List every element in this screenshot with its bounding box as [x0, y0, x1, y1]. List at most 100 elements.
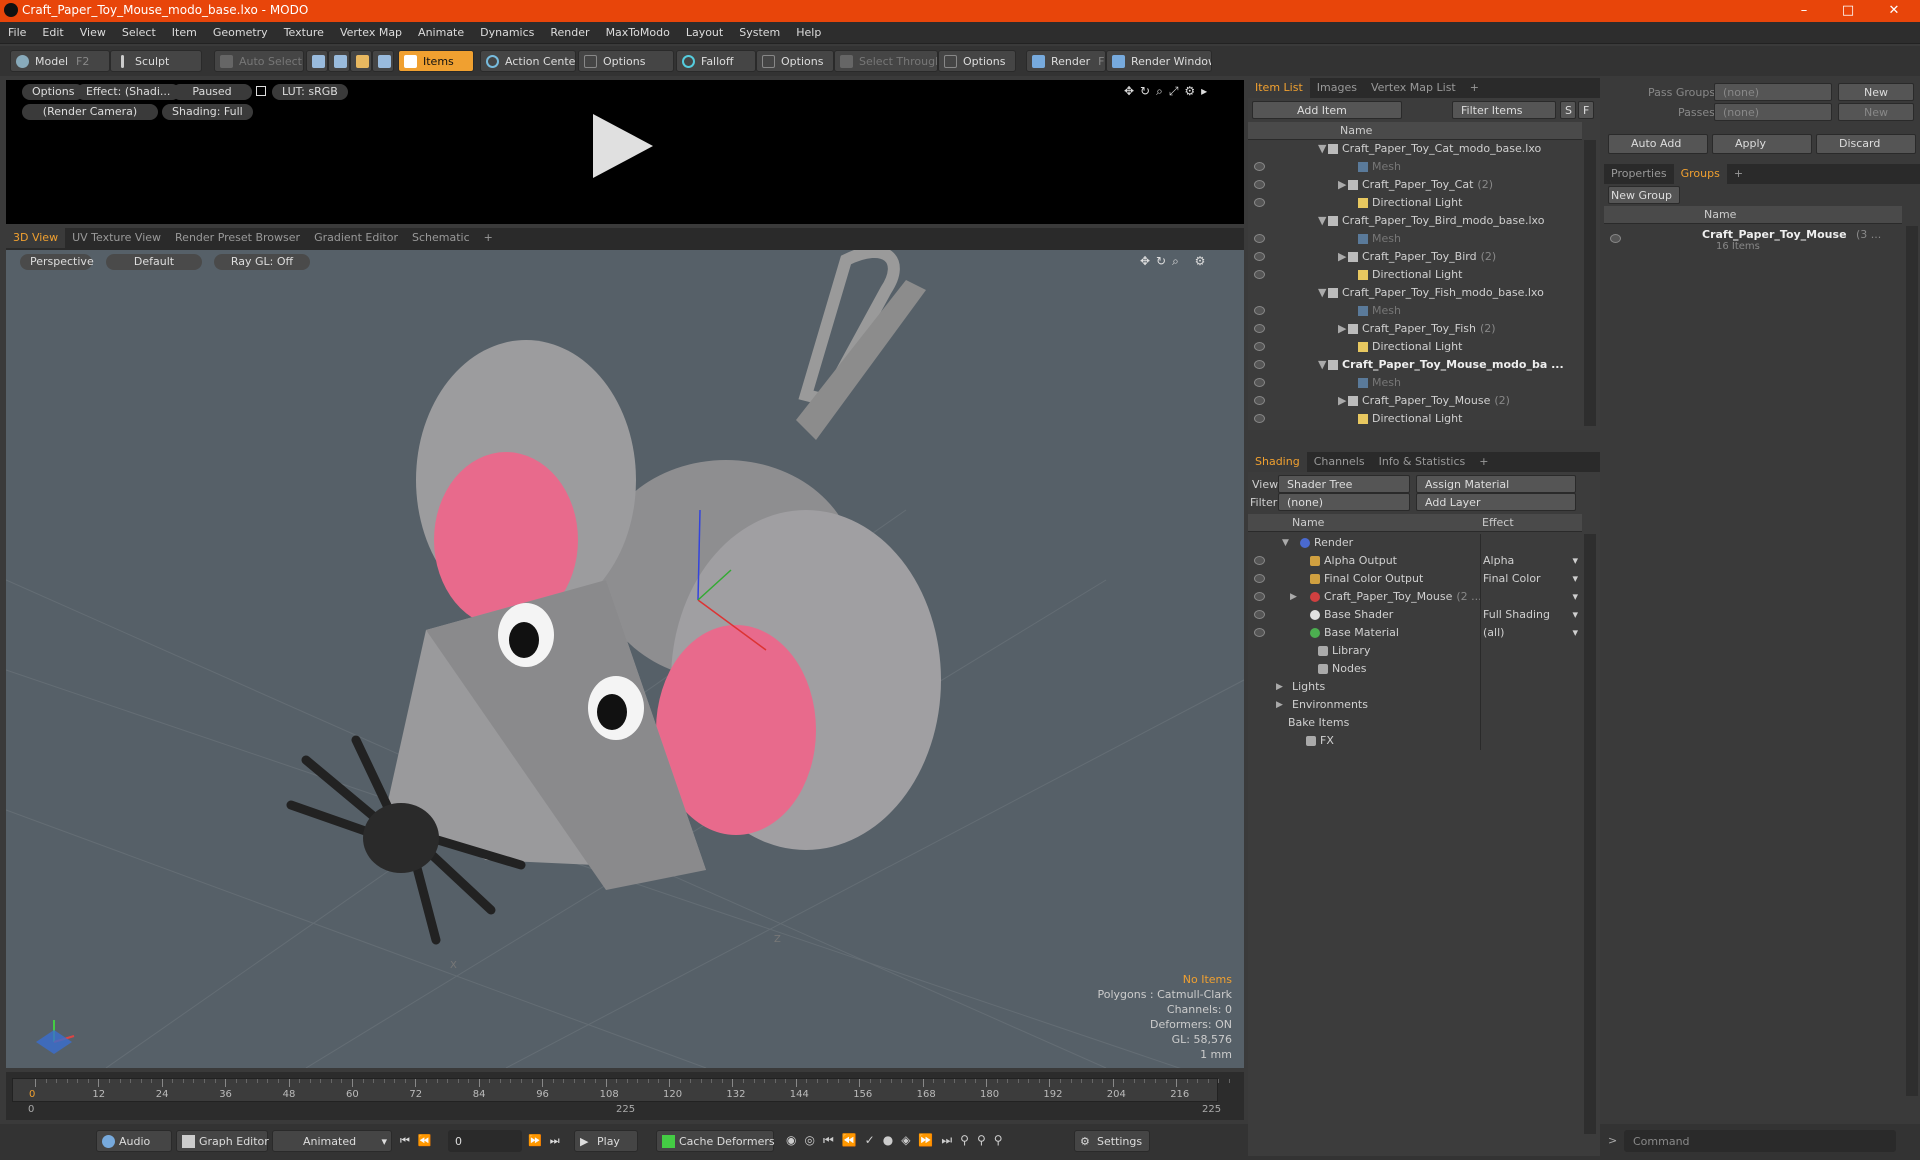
add-item-dropdown[interactable]: Add Item — [1252, 101, 1402, 119]
maximize-button[interactable]: □ — [1828, 1, 1868, 21]
shader-tree-row[interactable]: Library — [1248, 642, 1582, 660]
menu-render[interactable]: Render — [542, 22, 597, 44]
shading-dropdown[interactable]: Shading: Full — [162, 104, 253, 120]
shader-tree-row[interactable]: ▶ Craft_Paper_Toy_Mouse (2 ... ▾ — [1248, 588, 1582, 606]
preview-paused-button[interactable]: Paused — [172, 84, 252, 100]
filter-items-input[interactable]: Filter Items — [1452, 101, 1556, 119]
new-pass-button[interactable]: New — [1838, 103, 1914, 121]
shader-tree-scrollbar[interactable] — [1584, 534, 1596, 1134]
effect-cell[interactable]: Alpha ▾ — [1480, 552, 1582, 570]
eye-icon[interactable] — [1254, 592, 1265, 601]
lock-icon[interactable] — [256, 86, 266, 96]
item-list-row[interactable]: ▶ Craft_Paper_Toy_Fish (2) — [1248, 320, 1582, 338]
new-group-button[interactable]: New Group — [1608, 186, 1680, 204]
chevron-right-icon[interactable]: ▶ — [1338, 320, 1346, 338]
menu-item[interactable]: Item — [164, 22, 205, 44]
chevron-down-icon[interactable]: ▼ — [1318, 284, 1326, 302]
eye-icon[interactable] — [1254, 234, 1265, 243]
add-tab-button[interactable]: + — [1463, 78, 1486, 98]
eye-icon[interactable] — [1254, 324, 1265, 333]
frame-input[interactable]: 0 — [448, 1130, 522, 1152]
tab-gradient-editor[interactable]: Gradient Editor — [307, 228, 405, 248]
chevron-right-icon[interactable]: ▶ — [1276, 678, 1283, 696]
default-dropdown[interactable]: Default — [106, 254, 202, 270]
apply-button[interactable]: Apply — [1712, 134, 1812, 154]
tab-render-preset-browser[interactable]: Render Preset Browser — [168, 228, 307, 248]
group-row[interactable]: Craft_Paper_Toy_Mouse (3 ... 16 Items — [1604, 226, 1902, 256]
menu-file[interactable]: File — [0, 22, 34, 44]
pass-groups-dropdown[interactable]: (none) — [1714, 83, 1832, 101]
eye-icon[interactable] — [1254, 574, 1265, 583]
tab-item-list[interactable]: Item List — [1248, 78, 1310, 98]
item-list-row[interactable]: Directional Light — [1248, 194, 1582, 212]
tab-images[interactable]: Images — [1310, 78, 1364, 98]
menu-texture[interactable]: Texture — [276, 22, 332, 44]
tab-vertex-map-list[interactable]: Vertex Map List — [1364, 78, 1463, 98]
eye-icon[interactable] — [1254, 414, 1265, 423]
model-mode-button[interactable]: Model F2 — [10, 50, 110, 72]
play-icon[interactable] — [593, 114, 653, 178]
effect-cell[interactable]: (all) ▾ — [1480, 624, 1582, 642]
add-tab-button[interactable]: + — [477, 228, 500, 248]
item-list-row[interactable]: ▶ Craft_Paper_Toy_Bird (2) — [1248, 248, 1582, 266]
eye-icon[interactable] — [1254, 306, 1265, 315]
effect-cell[interactable]: Full Shading ▾ — [1480, 606, 1582, 624]
s-button[interactable]: S — [1560, 101, 1576, 119]
eye-icon[interactable] — [1610, 234, 1621, 243]
eye-icon[interactable] — [1254, 610, 1265, 619]
shader-tree-row[interactable]: Final Color Output Final Color ▾ — [1248, 570, 1582, 588]
chevron-down-icon[interactable]: ▾ — [1572, 606, 1578, 624]
effect-cell[interactable]: Final Color ▾ — [1480, 570, 1582, 588]
shader-tree-row[interactable]: Bake Items — [1248, 714, 1582, 732]
shader-tree-row[interactable]: ▶ Environments — [1248, 696, 1582, 714]
3d-viewport[interactable]: Perspective Default Ray GL: Off ✥↻⌕ ⚙ X … — [6, 250, 1244, 1068]
menu-dynamics[interactable]: Dynamics — [472, 22, 542, 44]
f-button[interactable]: F — [1578, 101, 1594, 119]
shader-tree-row[interactable]: Alpha Output Alpha ▾ — [1248, 552, 1582, 570]
chevron-down-icon[interactable]: ▾ — [1572, 588, 1578, 606]
tab-groups[interactable]: Groups — [1673, 164, 1727, 184]
tab-uv-texture-view[interactable]: UV Texture View — [65, 228, 168, 248]
animated-dropdown[interactable]: Animated ▾ — [272, 1130, 392, 1152]
groups-scrollbar[interactable] — [1906, 226, 1918, 1096]
polygons-mode-button[interactable] — [350, 50, 372, 72]
edges-mode-button[interactable] — [328, 50, 350, 72]
chevron-down-icon[interactable]: ▼ — [1318, 212, 1326, 230]
minimize-button[interactable]: – — [1784, 1, 1824, 21]
chevron-down-icon[interactable]: ▾ — [1572, 552, 1578, 570]
graph-editor-button[interactable]: Graph Editor — [176, 1130, 269, 1152]
tab-3d-view[interactable]: 3D View — [6, 228, 66, 248]
menu-help[interactable]: Help — [788, 22, 829, 44]
settings-button[interactable]: ⚙ Settings — [1074, 1130, 1150, 1152]
eye-icon[interactable] — [1254, 556, 1265, 565]
item-list-row[interactable]: ▶ Craft_Paper_Toy_Cat (2) — [1248, 176, 1582, 194]
chevron-right-icon[interactable]: ▶ — [1276, 696, 1283, 714]
raygl-dropdown[interactable]: Ray GL: Off — [214, 254, 310, 270]
viewport-nav-icons[interactable]: ✥↻⌕ ⚙ — [1140, 254, 1211, 269]
view-dropdown[interactable]: Shader Tree — [1278, 475, 1410, 493]
chevron-down-icon[interactable]: ▼ — [1318, 140, 1326, 158]
item-list-row[interactable]: ▼ Craft_Paper_Toy_Bird_modo_base.lxo — [1248, 212, 1582, 230]
command-input[interactable]: Command — [1624, 1130, 1896, 1152]
cache-deformers-button[interactable]: Cache Deformers — [656, 1130, 775, 1152]
item-list-row[interactable]: Mesh — [1248, 374, 1582, 392]
menu-layout[interactable]: Layout — [678, 22, 731, 44]
menu-geometry[interactable]: Geometry — [205, 22, 276, 44]
timeline-ruler[interactable]: 0 12 24 36 48 60 72 84 96 108 120 132 144 156 168 180 19… — [12, 1078, 1230, 1102]
eye-icon[interactable] — [1254, 628, 1265, 637]
lut-dropdown[interactable]: LUT: sRGB — [272, 84, 348, 100]
render-window-button[interactable]: Render Window — [1106, 50, 1212, 72]
shader-tree-row[interactable]: ▼ Render — [1248, 534, 1582, 552]
transport-back-icons[interactable]: ⏮⏪ — [400, 1134, 440, 1148]
preview-effect-dropdown[interactable]: Effect: (Shadi... — [76, 84, 181, 100]
chevron-right-icon[interactable]: ▶ — [1338, 392, 1346, 410]
perspective-dropdown[interactable]: Perspective — [20, 254, 94, 270]
eye-icon[interactable] — [1254, 342, 1265, 351]
discard-button[interactable]: Discard — [1816, 134, 1916, 154]
tab-info-statistics[interactable]: Info & Statistics — [1372, 452, 1473, 472]
item-list-row[interactable]: Mesh — [1248, 302, 1582, 320]
auto-select-button[interactable]: Auto Select — [214, 50, 304, 72]
render-button[interactable]: Render F9 — [1026, 50, 1106, 72]
add-layer-dropdown[interactable]: Add Layer — [1416, 493, 1576, 511]
eye-icon[interactable] — [1254, 162, 1265, 171]
